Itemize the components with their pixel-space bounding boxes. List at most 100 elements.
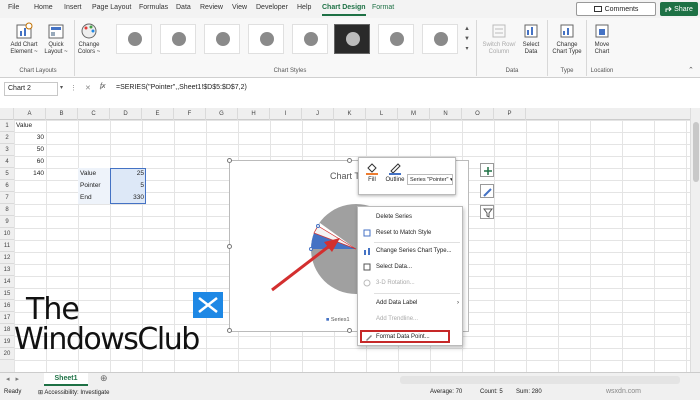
tab-insert[interactable]: Insert	[64, 4, 82, 11]
cell-d7[interactable]: 330	[110, 192, 146, 204]
chart-style-8[interactable]	[422, 24, 458, 54]
comments-button[interactable]: Comments	[576, 2, 656, 16]
tab-format[interactable]: Format	[372, 4, 394, 11]
column-header[interactable]: G	[206, 108, 238, 120]
resize-handle[interactable]	[227, 158, 232, 163]
row-header[interactable]: 16	[0, 300, 14, 312]
column-header[interactable]: J	[302, 108, 334, 120]
column-header[interactable]: I	[270, 108, 302, 120]
chart-style-4[interactable]	[248, 24, 284, 54]
add-sheet-button[interactable]: ⊕	[100, 373, 108, 384]
column-header[interactable]: C	[78, 108, 110, 120]
cell-c7[interactable]: End	[78, 192, 110, 204]
row-header[interactable]: 10	[0, 228, 14, 240]
menu-format-data-point[interactable]: Format Data Point...	[360, 330, 450, 343]
tab-data[interactable]: Data	[176, 4, 191, 11]
sheet-nav-arrows[interactable]: ◂▸	[6, 375, 25, 383]
share-button[interactable]: Share	[660, 2, 698, 16]
chart-title[interactable]: Chart T	[330, 171, 360, 181]
move-chart-button[interactable]: Move Chart	[588, 22, 616, 56]
column-header[interactable]: F	[174, 108, 206, 120]
tab-developer[interactable]: Developer	[256, 4, 288, 11]
quick-layout-button[interactable]: Quick Layout ~	[42, 22, 70, 56]
menu-3d-rotation[interactable]: 3-D Rotation...	[358, 277, 464, 289]
scrollbar-thumb[interactable]	[693, 122, 699, 182]
row-header[interactable]: 8	[0, 204, 14, 216]
row-header[interactable]: 19	[0, 336, 14, 348]
row-header[interactable]: 3	[0, 144, 14, 156]
chart-styles-scroll[interactable]: ▲ ▼ ▾	[463, 24, 471, 54]
fill-button[interactable]: Fill	[363, 161, 381, 183]
chart-style-7[interactable]	[378, 24, 414, 54]
function-icon[interactable]: fx	[100, 83, 105, 90]
row-header[interactable]: 2	[0, 132, 14, 144]
column-header[interactable]: D	[110, 108, 142, 120]
switch-row-column-button[interactable]: Switch Row/Column	[480, 22, 518, 56]
collapse-ribbon-icon[interactable]: ⌃	[688, 66, 694, 74]
cell-a3[interactable]: 50	[14, 144, 46, 156]
cell-d5[interactable]: 25	[110, 168, 146, 180]
row-header[interactable]: 12	[0, 252, 14, 264]
add-chart-element-button[interactable]: Add Chart Element ~	[6, 22, 42, 56]
row-header[interactable]: 17	[0, 312, 14, 324]
accessibility-status[interactable]: ⊞ Accessibility: Investigate	[38, 389, 109, 396]
resize-handle[interactable]	[227, 328, 232, 333]
cell-a1[interactable]: Value	[14, 120, 46, 132]
column-header[interactable]: A	[14, 108, 46, 120]
chart-legend[interactable]: ■ Series1	[326, 317, 350, 323]
outline-button[interactable]: Outline	[383, 161, 407, 183]
tab-view[interactable]: View	[232, 4, 247, 11]
tab-page-layout[interactable]: Page Layout	[92, 4, 131, 11]
menu-add-trendline[interactable]: Add Trendline...	[358, 313, 464, 325]
series-select-dropdown[interactable]: Series "Pointer" ▾	[407, 174, 453, 185]
select-data-button[interactable]: Select Data	[518, 22, 544, 56]
menu-add-data-label[interactable]: Add Data Label ›	[358, 297, 464, 309]
change-chart-type-button[interactable]: Change Chart Type	[550, 22, 584, 56]
vertical-scrollbar[interactable]	[690, 108, 700, 372]
name-box-dropdown-icon[interactable]: ▾	[60, 84, 63, 91]
resize-handle[interactable]	[347, 328, 352, 333]
row-header[interactable]: 1	[0, 120, 14, 132]
chart-style-3[interactable]	[204, 24, 240, 54]
resize-handle[interactable]	[347, 158, 352, 163]
row-header[interactable]: 6	[0, 180, 14, 192]
cell-a5[interactable]: 140	[14, 168, 46, 180]
chart-style-5[interactable]	[292, 24, 328, 54]
point-handle[interactable]	[316, 224, 320, 228]
row-header[interactable]: 14	[0, 276, 14, 288]
cell-a2[interactable]: 30	[14, 132, 46, 144]
change-colors-button[interactable]: Change Colors ~	[76, 22, 102, 56]
row-header[interactable]: 5	[0, 168, 14, 180]
menu-delete-series[interactable]: Delete Series	[358, 211, 464, 223]
column-header[interactable]: L	[366, 108, 398, 120]
tab-chart-design[interactable]: Chart Design	[322, 4, 366, 16]
row-header[interactable]: 11	[0, 240, 14, 252]
column-header[interactable]: B	[46, 108, 78, 120]
cell-a4[interactable]: 60	[14, 156, 46, 168]
name-box[interactable]: Chart 2	[4, 82, 58, 96]
row-header[interactable]: 20	[0, 348, 14, 360]
chart-elements-button[interactable]	[480, 163, 494, 177]
resize-handle[interactable]	[227, 244, 232, 249]
tab-formulas[interactable]: Formulas	[139, 4, 168, 11]
menu-select-data[interactable]: Select Data...	[358, 261, 464, 273]
chart-style-2[interactable]	[160, 24, 196, 54]
chart-filters-button[interactable]	[480, 205, 494, 219]
column-header[interactable]: P	[494, 108, 526, 120]
cell-d6[interactable]: 5	[110, 180, 146, 192]
row-header[interactable]: 15	[0, 288, 14, 300]
cell-c5[interactable]: Value	[78, 168, 110, 180]
chart-style-6[interactable]	[334, 24, 370, 54]
formula-input[interactable]: =SERIES("Pointer",,Sheet1!$D$5:$D$7,2)	[116, 84, 247, 91]
tab-file[interactable]: File	[8, 4, 19, 11]
chart-styles-button[interactable]	[480, 184, 494, 198]
sheet-tab-sheet1[interactable]: Sheet1	[44, 373, 88, 386]
row-header[interactable]: 7	[0, 192, 14, 204]
row-header[interactable]: 4	[0, 156, 14, 168]
cell-c6[interactable]: Pointer	[78, 180, 110, 192]
column-header[interactable]: E	[142, 108, 174, 120]
tab-review[interactable]: Review	[200, 4, 223, 11]
menu-change-series-chart-type[interactable]: Change Series Chart Type...	[358, 245, 464, 257]
row-header[interactable]: 18	[0, 324, 14, 336]
column-header[interactable]: N	[430, 108, 462, 120]
